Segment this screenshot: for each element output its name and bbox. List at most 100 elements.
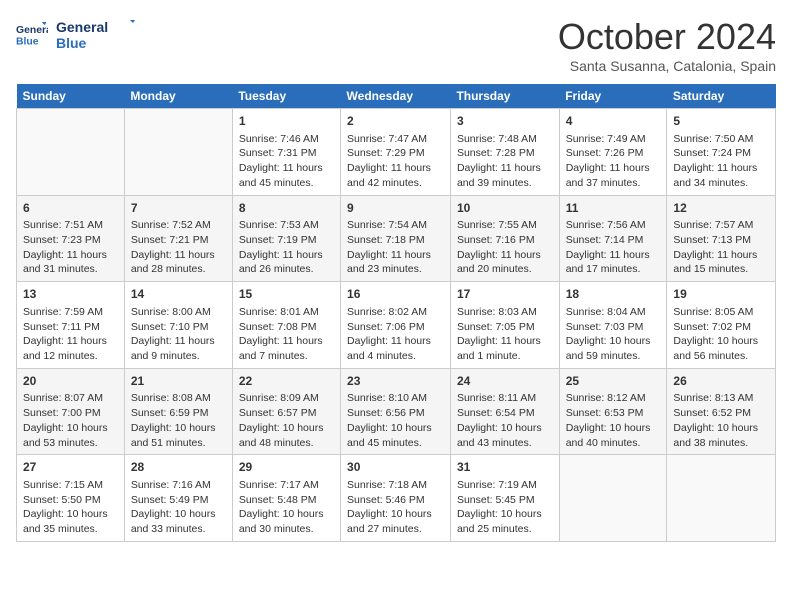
day-number: 6 — [23, 200, 118, 217]
calendar-cell: 28Sunrise: 7:16 AMSunset: 5:49 PMDayligh… — [124, 455, 232, 542]
calendar-week-2: 6Sunrise: 7:51 AMSunset: 7:23 PMDaylight… — [17, 195, 776, 282]
daylight-text: Daylight: 11 hours and 45 minutes. — [239, 161, 334, 190]
calendar-cell: 2Sunrise: 7:47 AMSunset: 7:29 PMDaylight… — [341, 109, 451, 196]
sunrise-text: Sunrise: 7:54 AM — [347, 218, 444, 233]
day-number: 20 — [23, 373, 118, 390]
logo: General Blue General Blue — [16, 16, 136, 52]
calendar-cell: 13Sunrise: 7:59 AMSunset: 7:11 PMDayligh… — [17, 282, 125, 369]
calendar-cell: 1Sunrise: 7:46 AMSunset: 7:31 PMDaylight… — [232, 109, 340, 196]
sunrise-text: Sunrise: 7:51 AM — [23, 218, 118, 233]
daylight-text: Daylight: 11 hours and 4 minutes. — [347, 334, 444, 363]
sunset-text: Sunset: 7:08 PM — [239, 320, 334, 335]
day-number: 12 — [673, 200, 769, 217]
calendar-cell: 14Sunrise: 8:00 AMSunset: 7:10 PMDayligh… — [124, 282, 232, 369]
calendar-table: SundayMondayTuesdayWednesdayThursdayFrid… — [16, 84, 776, 542]
daylight-text: Daylight: 10 hours and 33 minutes. — [131, 507, 226, 536]
calendar-cell: 22Sunrise: 8:09 AMSunset: 6:57 PMDayligh… — [232, 368, 340, 455]
day-number: 7 — [131, 200, 226, 217]
calendar-week-1: 1Sunrise: 7:46 AMSunset: 7:31 PMDaylight… — [17, 109, 776, 196]
day-number: 2 — [347, 113, 444, 130]
sunrise-text: Sunrise: 8:09 AM — [239, 391, 334, 406]
calendar-cell: 19Sunrise: 8:05 AMSunset: 7:02 PMDayligh… — [667, 282, 776, 369]
daylight-text: Daylight: 10 hours and 30 minutes. — [239, 507, 334, 536]
daylight-text: Daylight: 11 hours and 20 minutes. — [457, 248, 553, 277]
daylight-text: Daylight: 11 hours and 26 minutes. — [239, 248, 334, 277]
daylight-text: Daylight: 10 hours and 56 minutes. — [673, 334, 769, 363]
sunrise-text: Sunrise: 8:11 AM — [457, 391, 553, 406]
calendar-cell: 20Sunrise: 8:07 AMSunset: 7:00 PMDayligh… — [17, 368, 125, 455]
calendar-cell: 24Sunrise: 8:11 AMSunset: 6:54 PMDayligh… — [450, 368, 559, 455]
daylight-text: Daylight: 10 hours and 43 minutes. — [457, 421, 553, 450]
daylight-text: Daylight: 11 hours and 9 minutes. — [131, 334, 226, 363]
calendar-cell: 9Sunrise: 7:54 AMSunset: 7:18 PMDaylight… — [341, 195, 451, 282]
calendar-cell: 8Sunrise: 7:53 AMSunset: 7:19 PMDaylight… — [232, 195, 340, 282]
logo-icon: General Blue — [16, 20, 48, 48]
day-number: 29 — [239, 459, 334, 476]
calendar-cell: 16Sunrise: 8:02 AMSunset: 7:06 PMDayligh… — [341, 282, 451, 369]
daylight-text: Daylight: 10 hours and 48 minutes. — [239, 421, 334, 450]
sunrise-text: Sunrise: 7:59 AM — [23, 305, 118, 320]
calendar-cell: 23Sunrise: 8:10 AMSunset: 6:56 PMDayligh… — [341, 368, 451, 455]
day-number: 26 — [673, 373, 769, 390]
day-number: 28 — [131, 459, 226, 476]
calendar-header: SundayMondayTuesdayWednesdayThursdayFrid… — [17, 84, 776, 109]
month-title: October 2024 — [558, 16, 776, 58]
calendar-week-5: 27Sunrise: 7:15 AMSunset: 5:50 PMDayligh… — [17, 455, 776, 542]
sunrise-text: Sunrise: 8:04 AM — [566, 305, 661, 320]
page-header: General Blue General Blue October 2024 S… — [16, 16, 776, 74]
sunrise-text: Sunrise: 7:48 AM — [457, 132, 553, 147]
header-day-tuesday: Tuesday — [232, 84, 340, 109]
svg-text:General: General — [16, 25, 48, 36]
day-number: 17 — [457, 286, 553, 303]
calendar-week-4: 20Sunrise: 8:07 AMSunset: 7:00 PMDayligh… — [17, 368, 776, 455]
calendar-cell: 29Sunrise: 7:17 AMSunset: 5:48 PMDayligh… — [232, 455, 340, 542]
daylight-text: Daylight: 10 hours and 25 minutes. — [457, 507, 553, 536]
day-number: 21 — [131, 373, 226, 390]
header-day-monday: Monday — [124, 84, 232, 109]
day-number: 10 — [457, 200, 553, 217]
daylight-text: Daylight: 11 hours and 28 minutes. — [131, 248, 226, 277]
sunrise-text: Sunrise: 7:17 AM — [239, 478, 334, 493]
day-number: 18 — [566, 286, 661, 303]
sunset-text: Sunset: 6:54 PM — [457, 406, 553, 421]
svg-text:Blue: Blue — [16, 36, 39, 47]
title-block: October 2024 Santa Susanna, Catalonia, S… — [558, 16, 776, 74]
sunset-text: Sunset: 5:49 PM — [131, 493, 226, 508]
sunset-text: Sunset: 7:00 PM — [23, 406, 118, 421]
sunset-text: Sunset: 6:56 PM — [347, 406, 444, 421]
calendar-cell: 17Sunrise: 8:03 AMSunset: 7:05 PMDayligh… — [450, 282, 559, 369]
daylight-text: Daylight: 10 hours and 35 minutes. — [23, 507, 118, 536]
day-number: 19 — [673, 286, 769, 303]
day-number: 4 — [566, 113, 661, 130]
sunrise-text: Sunrise: 8:12 AM — [566, 391, 661, 406]
calendar-cell: 4Sunrise: 7:49 AMSunset: 7:26 PMDaylight… — [559, 109, 667, 196]
sunrise-text: Sunrise: 8:00 AM — [131, 305, 226, 320]
daylight-text: Daylight: 11 hours and 17 minutes. — [566, 248, 661, 277]
sunrise-text: Sunrise: 7:52 AM — [131, 218, 226, 233]
sunset-text: Sunset: 7:31 PM — [239, 146, 334, 161]
header-day-thursday: Thursday — [450, 84, 559, 109]
calendar-cell: 27Sunrise: 7:15 AMSunset: 5:50 PMDayligh… — [17, 455, 125, 542]
sunset-text: Sunset: 7:02 PM — [673, 320, 769, 335]
daylight-text: Daylight: 11 hours and 12 minutes. — [23, 334, 118, 363]
daylight-text: Daylight: 11 hours and 15 minutes. — [673, 248, 769, 277]
sunrise-text: Sunrise: 7:53 AM — [239, 218, 334, 233]
day-number: 27 — [23, 459, 118, 476]
calendar-cell: 31Sunrise: 7:19 AMSunset: 5:45 PMDayligh… — [450, 455, 559, 542]
day-number: 8 — [239, 200, 334, 217]
calendar-cell: 12Sunrise: 7:57 AMSunset: 7:13 PMDayligh… — [667, 195, 776, 282]
sunset-text: Sunset: 6:57 PM — [239, 406, 334, 421]
calendar-cell: 11Sunrise: 7:56 AMSunset: 7:14 PMDayligh… — [559, 195, 667, 282]
calendar-cell: 6Sunrise: 7:51 AMSunset: 7:23 PMDaylight… — [17, 195, 125, 282]
calendar-cell: 5Sunrise: 7:50 AMSunset: 7:24 PMDaylight… — [667, 109, 776, 196]
daylight-text: Daylight: 10 hours and 27 minutes. — [347, 507, 444, 536]
sunrise-text: Sunrise: 7:49 AM — [566, 132, 661, 147]
svg-text:General: General — [56, 19, 108, 35]
sunset-text: Sunset: 6:53 PM — [566, 406, 661, 421]
sunset-text: Sunset: 7:24 PM — [673, 146, 769, 161]
day-number: 25 — [566, 373, 661, 390]
daylight-text: Daylight: 11 hours and 31 minutes. — [23, 248, 118, 277]
header-day-friday: Friday — [559, 84, 667, 109]
calendar-cell: 3Sunrise: 7:48 AMSunset: 7:28 PMDaylight… — [450, 109, 559, 196]
sunrise-text: Sunrise: 7:47 AM — [347, 132, 444, 147]
